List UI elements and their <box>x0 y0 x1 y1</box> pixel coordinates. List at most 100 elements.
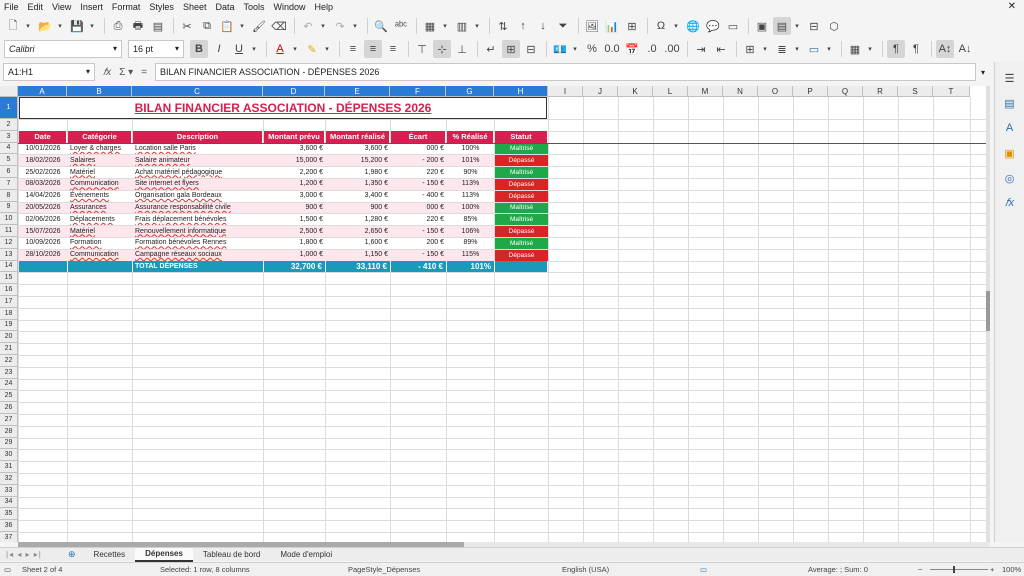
column-header[interactable]: I <box>548 86 583 97</box>
table-cell[interactable]: Événements <box>68 190 132 202</box>
freeze-rows-columns-icon[interactable]: ▤ <box>773 17 791 35</box>
row-header[interactable]: 8 <box>0 189 18 202</box>
table-cell[interactable]: Matériel <box>68 225 132 237</box>
status-badge[interactable]: Maîtrisé <box>495 167 548 178</box>
table-cell[interactable]: Location salle Paris <box>133 143 263 155</box>
new-dropdown-icon[interactable]: ▾ <box>24 17 32 35</box>
text-orientation-horizontal-icon[interactable]: A↕ <box>936 40 954 58</box>
decrease-indent-icon[interactable]: ⇤ <box>712 40 730 58</box>
menu-item[interactable]: Sheet <box>183 2 207 12</box>
show-draw-functions-icon[interactable]: ⬡ <box>825 17 843 35</box>
styles-icon[interactable]: A <box>1002 120 1018 136</box>
formula-input[interactable]: BILAN FINANCIER ASSOCIATION - DÉPENSES 2… <box>154 63 976 81</box>
row-header[interactable]: 1 <box>0 97 18 119</box>
border-color-icon[interactable]: ▭ <box>805 40 823 58</box>
row-header[interactable]: 31 <box>0 461 18 473</box>
name-box[interactable]: A1:H1 ▾ <box>3 63 95 81</box>
table-cell[interactable]: 1,980 € <box>326 166 390 178</box>
align-center-icon[interactable]: ≡ <box>364 40 382 58</box>
merge-center-icon[interactable]: ⊞ <box>502 40 520 58</box>
paste-icon[interactable]: 📋 <box>218 17 236 35</box>
zoom-in-icon[interactable]: + <box>990 565 994 574</box>
column-header[interactable]: T <box>933 86 970 97</box>
row-header[interactable]: 15 <box>0 272 18 285</box>
table-cell[interactable]: 2,500 € <box>264 225 325 237</box>
menu-item[interactable]: Insert <box>80 2 103 12</box>
clear-formatting-icon[interactable]: ⌫ <box>270 17 288 35</box>
table-cell[interactable]: 90% <box>447 166 494 178</box>
delete-decimal-icon[interactable]: .00 <box>663 40 681 58</box>
formula-icon[interactable]: = <box>141 67 147 78</box>
row-header[interactable]: 4 <box>0 142 18 155</box>
table-cell[interactable]: 08/03/2026 <box>19 178 67 190</box>
menu-item[interactable]: File <box>4 2 19 12</box>
gallery-icon[interactable]: ▣ <box>1002 145 1018 161</box>
hyperlink-icon[interactable]: 🌐 <box>684 17 702 35</box>
functions-icon[interactable]: 𝑓x <box>1002 195 1018 211</box>
table-cell[interactable]: 101% <box>447 154 494 166</box>
row-header[interactable]: 24 <box>0 378 18 391</box>
title-merged-cell[interactable]: BILAN FINANCIER ASSOCIATION - DÉPENSES 2… <box>19 97 547 119</box>
row-header[interactable]: 36 <box>0 520 18 532</box>
table-cell[interactable]: 1,600 € <box>326 237 390 249</box>
select-all-corner[interactable] <box>0 86 18 97</box>
font-color-dropdown-icon[interactable]: ▾ <box>291 40 299 58</box>
tab-navigation-buttons[interactable]: |◂ ◂ ▸ ▸| <box>6 550 60 559</box>
center-vertically-icon[interactable]: ⊹ <box>433 40 451 58</box>
table-cell[interactable]: 113% <box>447 190 494 202</box>
text-orientation-vertical-icon[interactable]: A↓ <box>956 40 974 58</box>
number-format-icon[interactable]: 0.0 <box>603 40 621 58</box>
right-to-left-icon[interactable]: ¶ <box>907 40 925 58</box>
open-folder-icon[interactable]: 📂 <box>36 17 54 35</box>
table-cell[interactable]: - 150 € <box>391 225 446 237</box>
table-cell[interactable]: 85% <box>447 213 494 225</box>
table-cell[interactable]: 1,000 € <box>264 249 325 261</box>
table-cell[interactable]: 3,600 € <box>326 143 390 155</box>
status-badge[interactable]: Dépassé <box>495 190 548 202</box>
align-bottom-icon[interactable]: ⊥ <box>453 40 471 58</box>
row-header[interactable]: 12 <box>0 237 18 249</box>
column-header[interactable]: D <box>263 86 325 97</box>
italic-icon[interactable]: I <box>210 40 228 58</box>
table-cell[interactable]: - 150 € <box>391 249 446 261</box>
expand-formula-bar-icon[interactable]: ▾ <box>976 68 990 77</box>
column-header[interactable]: N <box>723 86 758 97</box>
row-header[interactable]: 35 <box>0 508 18 521</box>
increase-indent-icon[interactable]: ⇥ <box>692 40 710 58</box>
row-header[interactable]: 6 <box>0 166 18 178</box>
border-color-dropdown-icon[interactable]: ▾ <box>825 40 833 58</box>
status-badge[interactable]: Maîtrisé <box>495 202 548 214</box>
menu-item[interactable]: Help <box>315 2 334 12</box>
table-cell[interactable]: 1,150 € <box>326 249 390 261</box>
table-cell[interactable]: 220 € <box>391 166 446 178</box>
table-cell[interactable]: 10/01/2026 <box>19 143 67 155</box>
row-header[interactable]: 30 <box>0 449 18 462</box>
row-header[interactable]: 21 <box>0 343 18 355</box>
sort-descending-icon[interactable]: ↓ <box>534 17 552 35</box>
table-cell[interactable]: 3,000 € <box>264 190 325 202</box>
column-header[interactable]: B <box>67 86 132 97</box>
comment-icon[interactable]: 💬 <box>704 17 722 35</box>
table-cell[interactable]: 15,000 € <box>264 154 325 166</box>
close-document-icon[interactable]: ✕ <box>1008 1 1016 12</box>
table-cell[interactable]: 000 € <box>391 202 446 214</box>
align-top-icon[interactable]: ⊤ <box>413 40 431 58</box>
font-size-box[interactable]: 16 pt ▾ <box>128 40 184 58</box>
redo-dropdown-icon[interactable]: ▾ <box>351 17 359 35</box>
cut-icon[interactable]: ✂ <box>178 17 196 35</box>
table-cell[interactable]: 1,500 € <box>264 213 325 225</box>
table-cell[interactable]: 100% <box>447 202 494 214</box>
hamburger-menu-icon[interactable]: ☰ <box>1002 70 1018 86</box>
headers-footers-icon[interactable]: ▭ <box>724 17 742 35</box>
table-cell[interactable]: Assurance responsabilité civile <box>133 202 263 214</box>
column-header[interactable]: R <box>863 86 898 97</box>
zoom-out-icon[interactable]: − <box>918 565 922 574</box>
table-cell[interactable]: 2,650 € <box>326 225 390 237</box>
highlight-dropdown-icon[interactable]: ▾ <box>323 40 331 58</box>
row-header[interactable]: 14 <box>0 260 18 273</box>
font-color-icon[interactable]: A <box>271 40 289 58</box>
column-header[interactable]: P <box>793 86 828 97</box>
menu-item[interactable]: Styles <box>149 2 174 12</box>
total-value[interactable]: 32,700 € <box>264 261 324 273</box>
table-cell[interactable]: 900 € <box>264 202 325 214</box>
